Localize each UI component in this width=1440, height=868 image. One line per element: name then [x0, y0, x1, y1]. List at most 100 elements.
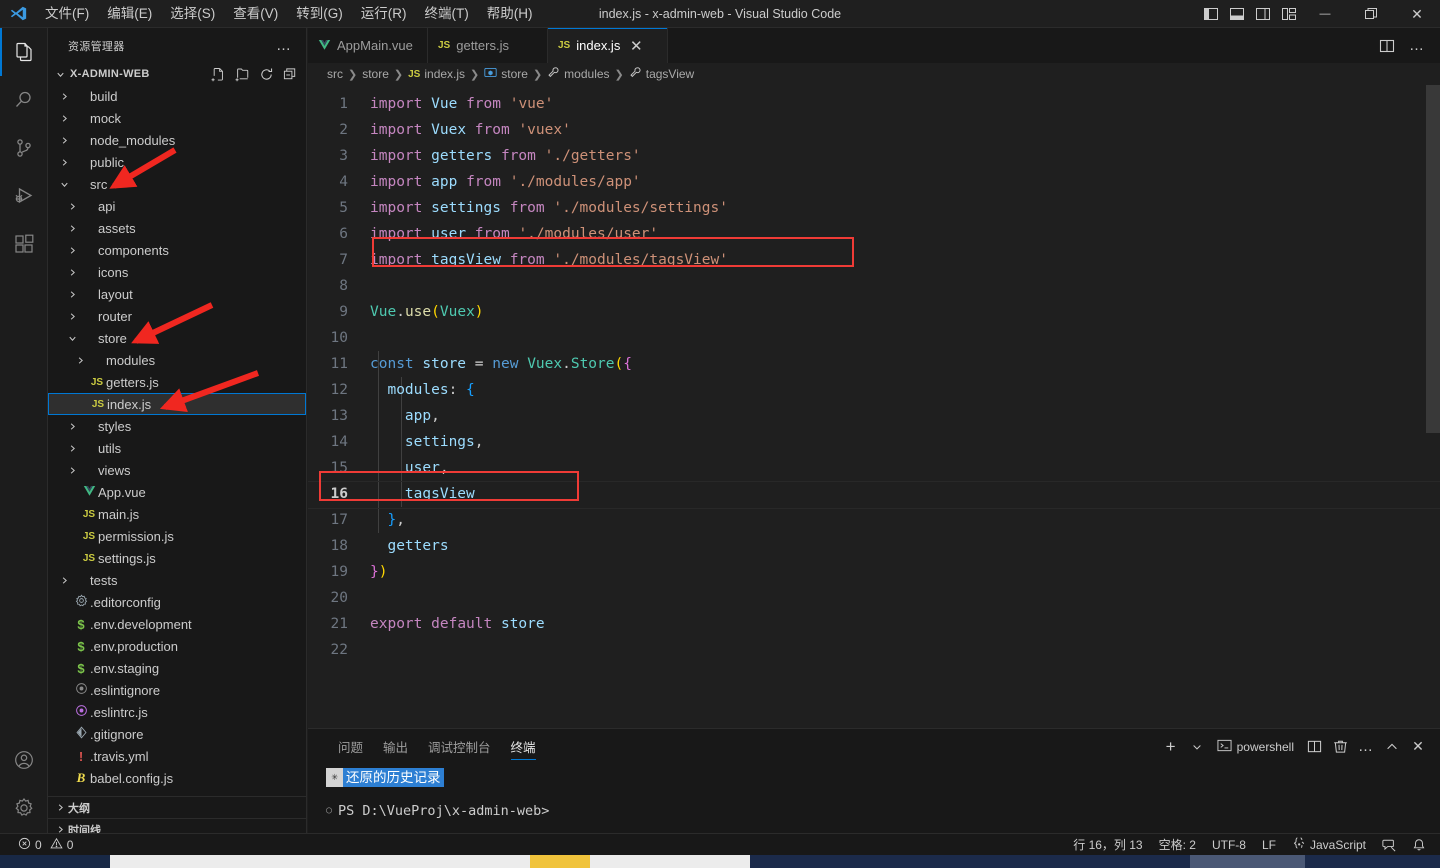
active-terminal-entry[interactable]: powershell	[1211, 738, 1300, 756]
code-line[interactable]: import app from './modules/app'	[370, 169, 1440, 195]
activitybar-extensions[interactable]	[0, 220, 48, 268]
code-editor[interactable]: 1 2 3 4 5 6 7 8 9 10 11 12 13 14 15 16 17 18 19 20 21 22 impo…	[308, 85, 1440, 728]
tree-item-utils[interactable]: utils	[48, 437, 306, 459]
customize-layout-icon[interactable]	[1276, 0, 1302, 28]
code-line[interactable]	[370, 273, 1440, 299]
tree-item-mock[interactable]: mock	[48, 107, 306, 129]
tree-item-api[interactable]: api	[48, 195, 306, 217]
close-icon[interactable]: ✕	[626, 36, 646, 56]
code-line[interactable]: getters	[370, 533, 1440, 559]
sidebar-more-actions-icon[interactable]: …	[270, 37, 298, 54]
code-line[interactable]: import Vue from 'vue'	[370, 91, 1440, 117]
toggle-secondary-sidebar-icon[interactable]	[1250, 0, 1276, 28]
breadcrumb-item-src[interactable]: src	[324, 67, 346, 81]
status-language-mode[interactable]: JavaScript	[1284, 834, 1374, 856]
new-terminal-button[interactable]: +	[1159, 734, 1183, 760]
code-line[interactable]: import Vuex from 'vuex'	[370, 117, 1440, 143]
activitybar-run-debug[interactable]	[0, 172, 48, 220]
workspace-root-row[interactable]: X-ADMIN-WEB	[48, 63, 306, 85]
code-line[interactable]: const store = new Vuex.Store({	[370, 351, 1440, 377]
toggle-primary-sidebar-icon[interactable]	[1198, 0, 1224, 28]
menu-go[interactable]: 转到(G)	[287, 3, 352, 25]
activitybar-source-control[interactable]	[0, 124, 48, 172]
code-line[interactable]: Vue.use(Vuex)	[370, 299, 1440, 325]
status-notifications[interactable]	[1404, 834, 1440, 856]
close-button[interactable]: ✕	[1394, 0, 1440, 28]
tree-item-eslintrc-js[interactable]: .eslintrc.js	[48, 701, 306, 723]
menu-edit[interactable]: 编辑(E)	[98, 3, 161, 25]
code-line[interactable]: },	[370, 507, 1440, 533]
tree-item-router[interactable]: router	[48, 305, 306, 327]
code-line[interactable]: import tagsView from './modules/tagsView…	[370, 247, 1440, 273]
tree-item-getters-js[interactable]: JS getters.js	[48, 371, 306, 393]
menu-help[interactable]: 帮助(H)	[478, 3, 542, 25]
split-editor-icon[interactable]	[1374, 33, 1400, 59]
panel-tab-problems[interactable]: 问题	[328, 729, 373, 764]
minimize-button[interactable]: —	[1302, 0, 1348, 28]
code-line[interactable]: modules: {	[370, 377, 1440, 403]
file-tree[interactable]: build mock node_modules public src api assets c…	[48, 85, 306, 796]
code-line[interactable]: app,	[370, 403, 1440, 429]
panel-tab-output[interactable]: 输出	[373, 729, 418, 764]
tree-item-main-js[interactable]: JS main.js	[48, 503, 306, 525]
tree-item-permission-js[interactable]: JS permission.js	[48, 525, 306, 547]
refresh-icon[interactable]	[256, 64, 276, 84]
tree-item-store[interactable]: store	[48, 327, 306, 349]
panel-tab-debug-console[interactable]: 调试控制台	[418, 729, 501, 764]
editor-scrollbar[interactable]	[1426, 85, 1440, 728]
status-eol[interactable]: LF	[1254, 834, 1284, 856]
tree-item-env-staging[interactable]: $ .env.staging	[48, 657, 306, 679]
collapse-all-icon[interactable]	[280, 64, 300, 84]
menu-run[interactable]: 运行(R)	[352, 3, 416, 25]
close-panel-icon[interactable]: ✕	[1406, 734, 1430, 760]
status-indentation[interactable]: 空格: 2	[1151, 834, 1204, 856]
tree-item-travis-yml[interactable]: ! .travis.yml	[48, 745, 306, 767]
code-line[interactable]: import settings from './modules/settings…	[370, 195, 1440, 221]
menu-terminal[interactable]: 终端(T)	[416, 3, 478, 25]
code-line[interactable]	[370, 637, 1440, 663]
breadcrumb-item-store[interactable]: store	[359, 67, 392, 81]
tree-item-eslintignore[interactable]: .eslintignore	[48, 679, 306, 701]
breadcrumb-item-symbol-tagsview[interactable]: tagsView	[626, 66, 697, 82]
terminal-output[interactable]: ✳ 还原的历史记录 ○ PS D:\VueProj\x-admin-web>	[308, 764, 1440, 840]
panel-more-actions-icon[interactable]: …	[1354, 734, 1378, 760]
tree-item-assets[interactable]: assets	[48, 217, 306, 239]
panel-tab-terminal[interactable]: 终端	[501, 729, 546, 764]
activitybar-accounts[interactable]	[0, 736, 48, 784]
tree-item-babel-config-js[interactable]: Bbabel.config.js	[48, 767, 306, 789]
status-feedback[interactable]	[1374, 834, 1404, 856]
code-content[interactable]: import Vue from 'vue' import Vuex from 'v…	[308, 85, 1440, 728]
tree-item-env-production[interactable]: $ .env.production	[48, 635, 306, 657]
status-encoding[interactable]: UTF-8	[1204, 834, 1254, 856]
tree-item-modules[interactable]: modules	[48, 349, 306, 371]
tree-item-tests[interactable]: tests	[48, 569, 306, 591]
menu-file[interactable]: 文件(F)	[36, 3, 98, 25]
breadcrumb-item-symbol-store[interactable]: store	[481, 66, 531, 82]
tree-item-index-js[interactable]: JS index.js	[48, 393, 306, 415]
tree-item-src[interactable]: src	[48, 173, 306, 195]
menu-view[interactable]: 查看(V)	[224, 3, 287, 25]
activitybar-manage[interactable]	[0, 784, 48, 832]
status-cursor-position[interactable]: 行 16，列 13	[1065, 834, 1150, 856]
maximize-restore-button[interactable]	[1348, 0, 1394, 28]
activitybar-explorer[interactable]	[0, 28, 48, 76]
tab-appmain-vue[interactable]: AppMain.vue	[308, 28, 428, 63]
new-file-icon[interactable]	[208, 64, 228, 84]
more-actions-icon[interactable]: …	[1404, 33, 1430, 59]
tree-item-gitignore[interactable]: .gitignore	[48, 723, 306, 745]
trash-icon[interactable]	[1328, 734, 1352, 760]
code-line[interactable]	[370, 325, 1440, 351]
tree-item-env-development[interactable]: $ .env.development	[48, 613, 306, 635]
code-line[interactable]: import user from './modules/user'	[370, 221, 1440, 247]
split-terminal-icon[interactable]	[1302, 734, 1326, 760]
code-line[interactable]: settings,	[370, 429, 1440, 455]
toggle-panel-icon[interactable]	[1224, 0, 1250, 28]
tree-item-settings-js[interactable]: JS settings.js	[48, 547, 306, 569]
tree-item-node-modules[interactable]: node_modules	[48, 129, 306, 151]
tree-item-app-vue[interactable]: App.vue	[48, 481, 306, 503]
tab-index-js[interactable]: JS index.js ✕	[548, 28, 668, 63]
breadcrumb-item-symbol-modules[interactable]: modules	[544, 66, 612, 82]
code-line[interactable]: })	[370, 559, 1440, 585]
tree-item-components[interactable]: components	[48, 239, 306, 261]
new-folder-icon[interactable]	[232, 64, 252, 84]
